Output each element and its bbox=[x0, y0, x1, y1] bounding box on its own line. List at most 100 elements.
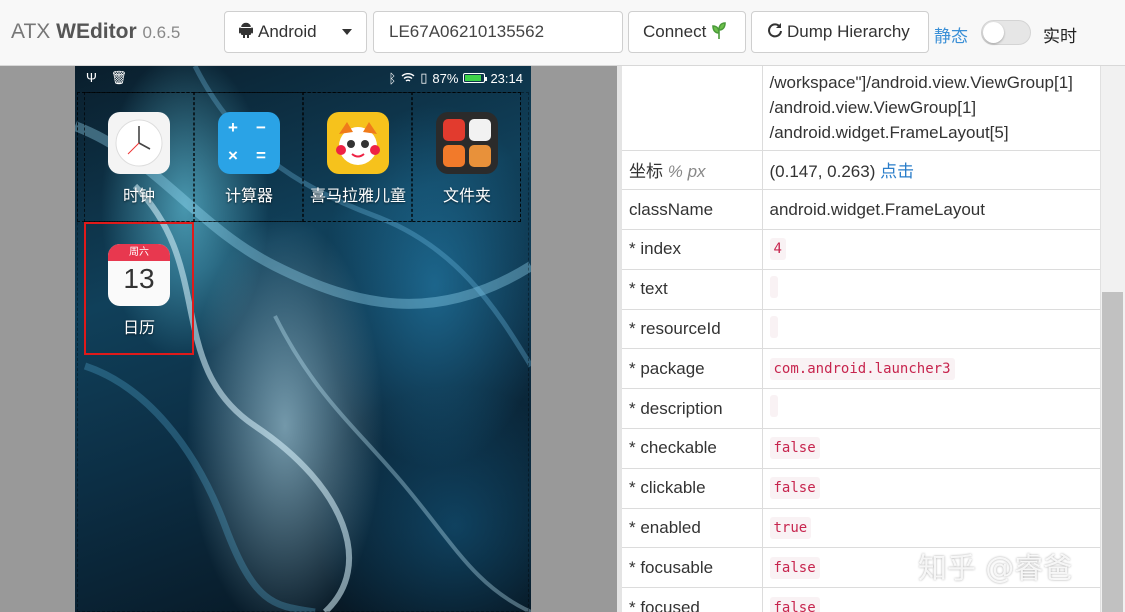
scrollbar-thumb[interactable] bbox=[1102, 292, 1123, 612]
status-right-icons: ᛒ ▯ 87% 23:14 bbox=[388, 70, 523, 86]
coord-row: 坐标 % px (0.147, 0.263) 点击 bbox=[622, 150, 1100, 191]
folder-app-thumb bbox=[469, 145, 491, 167]
property-value: true bbox=[769, 517, 812, 540]
property-value-cell bbox=[762, 309, 1100, 350]
property-value-cell: false bbox=[762, 428, 1100, 469]
android-icon bbox=[239, 22, 253, 43]
property-key: * index bbox=[622, 229, 763, 270]
app-calculator[interactable]: + − × = 计算器 bbox=[194, 112, 304, 206]
clock-icon bbox=[108, 112, 170, 174]
property-key: * package bbox=[622, 348, 763, 390]
coord-value: (0.147, 0.263) bbox=[769, 162, 876, 182]
property-value bbox=[769, 275, 778, 298]
brand-name: WEditor bbox=[56, 20, 137, 43]
live-mode-toggle[interactable] bbox=[981, 20, 1031, 45]
version-label: 0.6.5 bbox=[142, 23, 181, 42]
property-value-cell: true bbox=[762, 508, 1100, 549]
property-value-cell: false bbox=[762, 587, 1100, 612]
property-value: false bbox=[769, 596, 820, 612]
properties-table: /workspace"]/android.view.ViewGroup[1] /… bbox=[622, 66, 1100, 612]
dump-label: Dump Hierarchy bbox=[787, 22, 910, 41]
folder-app-thumb bbox=[469, 119, 491, 141]
property-row: * enabled true bbox=[622, 508, 1100, 549]
property-value-cell: false bbox=[762, 468, 1100, 509]
connect-label: Connect bbox=[643, 22, 707, 41]
coord-value-cell: (0.147, 0.263) 点击 bbox=[762, 150, 1100, 191]
xpath-value: /workspace"]/android.view.ViewGroup[1] /… bbox=[762, 66, 1100, 151]
property-key: * checkable bbox=[622, 428, 763, 469]
property-row: * checkable false bbox=[622, 428, 1100, 469]
property-value: com.android.launcher3 bbox=[769, 357, 955, 380]
battery-percent: 87% bbox=[432, 70, 459, 86]
property-value: false bbox=[769, 437, 820, 460]
connect-button[interactable]: Connect bbox=[628, 11, 746, 53]
property-row: * text bbox=[622, 269, 1100, 310]
xpath-line: /android.widget.FrameLayout[5] bbox=[769, 123, 1009, 143]
battery-fill bbox=[465, 75, 481, 81]
property-value: false bbox=[769, 556, 820, 579]
ximalaya-kids-icon bbox=[327, 112, 389, 174]
property-row: * focused false bbox=[622, 587, 1100, 612]
dump-hierarchy-button[interactable]: Dump Hierarchy bbox=[751, 11, 929, 53]
brand-prefix: ATX bbox=[11, 20, 51, 43]
app-label: 时钟 bbox=[122, 188, 155, 205]
property-row: * resourceId bbox=[622, 309, 1100, 350]
property-value-cell bbox=[762, 269, 1100, 310]
live-mode-label: 实时 bbox=[1043, 27, 1077, 46]
app-clock[interactable]: 时钟 bbox=[84, 112, 194, 206]
property-value-cell: 4 bbox=[762, 229, 1100, 270]
property-key: className bbox=[622, 189, 763, 231]
bluetooth-icon: ᛒ bbox=[388, 70, 397, 86]
coord-unit-percent[interactable]: % bbox=[668, 162, 683, 181]
chevron-down-icon bbox=[342, 29, 352, 35]
calculator-icon: + − × = bbox=[218, 112, 280, 174]
property-key: * resourceId bbox=[622, 309, 763, 350]
property-key: * description bbox=[622, 388, 763, 430]
property-row: className android.widget.FrameLayout bbox=[622, 189, 1100, 231]
property-value-cell: com.android.launcher3 bbox=[762, 348, 1100, 390]
coord-key: 坐标 % px bbox=[622, 150, 763, 191]
xpath-line: /android.view.ViewGroup[1] bbox=[769, 98, 977, 118]
property-value bbox=[769, 395, 778, 418]
property-value: android.widget.FrameLayout bbox=[769, 199, 985, 219]
property-key: * clickable bbox=[622, 468, 763, 509]
property-row: * package com.android.launcher3 bbox=[622, 348, 1100, 390]
property-value: 4 bbox=[769, 238, 786, 261]
property-row: * index 4 bbox=[622, 229, 1100, 270]
phone-icon: ▯ bbox=[420, 70, 428, 85]
property-value-cell: android.widget.FrameLayout bbox=[762, 189, 1100, 231]
property-row: * description bbox=[622, 388, 1100, 430]
refresh-icon bbox=[767, 22, 783, 43]
property-value-cell bbox=[762, 388, 1100, 430]
property-value: false bbox=[769, 477, 820, 500]
properties-panel: /workspace"]/android.view.ViewGroup[1] /… bbox=[617, 66, 1125, 612]
sprout-icon bbox=[712, 21, 727, 44]
folder-app-thumb bbox=[443, 119, 465, 141]
platform-select[interactable]: Android bbox=[224, 11, 367, 53]
platform-label: Android bbox=[258, 22, 317, 41]
app-ximalaya-kids[interactable]: 喜马拉雅儿童 bbox=[303, 112, 413, 206]
property-key: * focusable bbox=[622, 547, 763, 589]
property-key: * focused bbox=[622, 587, 763, 612]
wifi-icon bbox=[401, 71, 415, 86]
coord-label: 坐标 bbox=[629, 162, 663, 182]
device-serial-input[interactable] bbox=[373, 11, 623, 53]
status-time: 23:14 bbox=[490, 70, 523, 86]
watermark: 知乎 @睿爸 bbox=[918, 551, 1073, 585]
xpath-line: /workspace"]/android.view.ViewGroup[1] bbox=[769, 73, 1073, 93]
property-key: * text bbox=[622, 269, 763, 310]
property-row: * clickable false bbox=[622, 468, 1100, 509]
xpath-key bbox=[622, 66, 763, 151]
property-value bbox=[769, 315, 778, 338]
device-status-bar: Ψ 🗑 ᛒ ▯ 87% 23:14 bbox=[75, 66, 531, 90]
coord-unit-px[interactable]: px bbox=[688, 162, 706, 181]
app-folder[interactable]: 文件夹 bbox=[412, 112, 522, 206]
folder-app-thumb bbox=[443, 145, 465, 167]
status-left-icons: Ψ 🗑 bbox=[86, 70, 132, 85]
coord-click-link[interactable]: 点击 bbox=[880, 162, 914, 181]
app-label: 喜马拉雅儿童 bbox=[309, 188, 406, 205]
selected-node-highlight bbox=[84, 222, 194, 355]
app-label: 计算器 bbox=[224, 188, 273, 205]
static-mode-label: 静态 bbox=[934, 27, 968, 46]
toggle-knob bbox=[983, 22, 1004, 43]
